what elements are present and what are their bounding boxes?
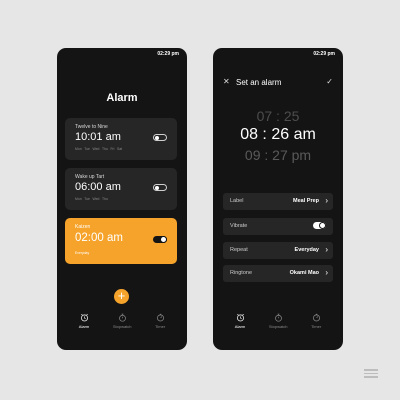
- time-picker[interactable]: 07 : 25 08 : 26 am 09 : 27 pm: [213, 108, 343, 165]
- logo-line: [364, 369, 378, 371]
- stopwatch-icon: [274, 313, 282, 322]
- nav-item-timer[interactable]: Timer: [155, 313, 165, 329]
- status-time: 02:29 pm: [157, 51, 179, 57]
- alarm-days: Mon Tue Wed Thu: [75, 197, 108, 201]
- nav-label: Stopwatch: [268, 324, 288, 329]
- picker-row[interactable]: 07 : 25: [213, 108, 343, 126]
- toggle-knob: [160, 235, 167, 243]
- nav-label: Alarm: [234, 324, 246, 329]
- picker-row[interactable]: 09 : 27 pm: [213, 147, 343, 165]
- stopwatch-icon: [118, 313, 126, 322]
- setting-value: Meal Prep: [293, 198, 319, 204]
- chevron-right-icon: ›: [325, 245, 328, 254]
- nav-item-timer[interactable]: Timer: [311, 313, 321, 329]
- setting-label[interactable]: Label Meal Prep ›: [223, 193, 333, 210]
- day-label: Mon: [75, 197, 82, 201]
- setting-vibrate[interactable]: Vibrate: [223, 218, 333, 235]
- alarm-clock-icon: [80, 313, 88, 322]
- setting-repeat[interactable]: Repeat Everyday ›: [223, 242, 333, 259]
- add-alarm-button[interactable]: +: [114, 289, 129, 304]
- setting-ringtone[interactable]: Ringtone Okami Mao ›: [223, 265, 333, 282]
- day-label: Tue: [84, 147, 90, 151]
- timer-icon: [312, 313, 320, 322]
- page-title: Alarm: [106, 92, 138, 104]
- alarm-clock-icon: [236, 313, 244, 322]
- toggle-knob: [155, 185, 159, 190]
- vibrate-toggle[interactable]: [313, 222, 326, 229]
- close-icon[interactable]: ✕: [223, 77, 230, 86]
- day-label: Wed: [92, 147, 100, 151]
- day-label: Everyday: [75, 251, 90, 255]
- alarm-time: 10:01 am: [75, 131, 121, 143]
- nav-item-stopwatch[interactable]: Stopwatch: [113, 313, 132, 329]
- setting-name: Ringtone: [230, 270, 253, 276]
- alarm-card[interactable]: Wake up Tart 06:00 am Mon Tue Wed Thu: [65, 168, 177, 210]
- day-label: Wed: [92, 197, 100, 201]
- logo-line: [364, 372, 378, 374]
- alarm-label: Wake up Tart: [75, 174, 105, 180]
- day-label: Fri: [110, 147, 115, 151]
- nav-item-alarm[interactable]: Alarm: [235, 313, 245, 329]
- nav-label: Alarm: [78, 324, 90, 329]
- setting-value: Okami Mao: [289, 270, 319, 276]
- set-alarm-screen: 02:29 pm ✕ Set an alarm ✓ 07 : 25 08 : 2…: [213, 48, 343, 350]
- alarm-time: 06:00 am: [75, 181, 121, 193]
- setting-name: Label: [230, 198, 244, 204]
- nav-item-stopwatch[interactable]: Stopwatch: [269, 313, 288, 329]
- logo-line: [364, 376, 378, 378]
- bottom-nav: Alarm Stopwatch Timer: [57, 313, 187, 329]
- nav-label: Stopwatch: [112, 324, 132, 329]
- nav-label: Timer: [311, 324, 322, 329]
- day-label: Thu: [102, 197, 108, 201]
- alarm-toggle[interactable]: [153, 184, 167, 191]
- alarm-days: Everyday: [75, 251, 89, 255]
- corner-logo: [364, 369, 378, 380]
- timer-icon: [156, 313, 164, 322]
- alarm-card[interactable]: Twelve to Nine 10:01 am Mon Tue Wed Thu …: [65, 118, 177, 160]
- chevron-right-icon: ›: [325, 196, 328, 205]
- nav-label: Timer: [155, 324, 166, 329]
- day-label: Mon: [75, 147, 82, 151]
- chevron-right-icon: ›: [325, 268, 328, 277]
- day-label: Thu: [102, 147, 108, 151]
- toggle-knob: [155, 135, 159, 140]
- alarm-label: Twelve to Nine: [75, 124, 108, 130]
- header: ✕ Set an alarm ✓: [223, 77, 333, 89]
- header-title: Set an alarm: [236, 78, 282, 87]
- day-label: Sat: [117, 147, 123, 151]
- status-time: 02:29 pm: [313, 51, 335, 57]
- toggle-knob: [319, 222, 326, 229]
- alarm-toggle[interactable]: [153, 134, 167, 141]
- alarm-list-screen: 02:29 pm Alarm Twelve to Nine 10:01 am M…: [57, 48, 187, 350]
- nav-item-alarm[interactable]: Alarm: [79, 313, 89, 329]
- picker-row-selected[interactable]: 08 : 26 am: [213, 126, 343, 147]
- alarm-label: Kaizen: [75, 224, 91, 230]
- alarm-toggle[interactable]: [153, 235, 167, 243]
- check-icon[interactable]: ✓: [326, 77, 333, 86]
- alarm-time: 02:00 am: [75, 232, 123, 244]
- alarm-card-active[interactable]: Kaizen 02:00 am Everyday: [65, 218, 177, 264]
- setting-name: Vibrate: [230, 223, 248, 229]
- setting-name: Repeat: [230, 247, 248, 253]
- alarm-days: Mon Tue Wed Thu Fri Sat: [75, 147, 122, 151]
- bottom-nav: Alarm Stopwatch Timer: [213, 313, 343, 329]
- day-label: Tue: [84, 197, 90, 201]
- setting-value: Everyday: [294, 247, 319, 253]
